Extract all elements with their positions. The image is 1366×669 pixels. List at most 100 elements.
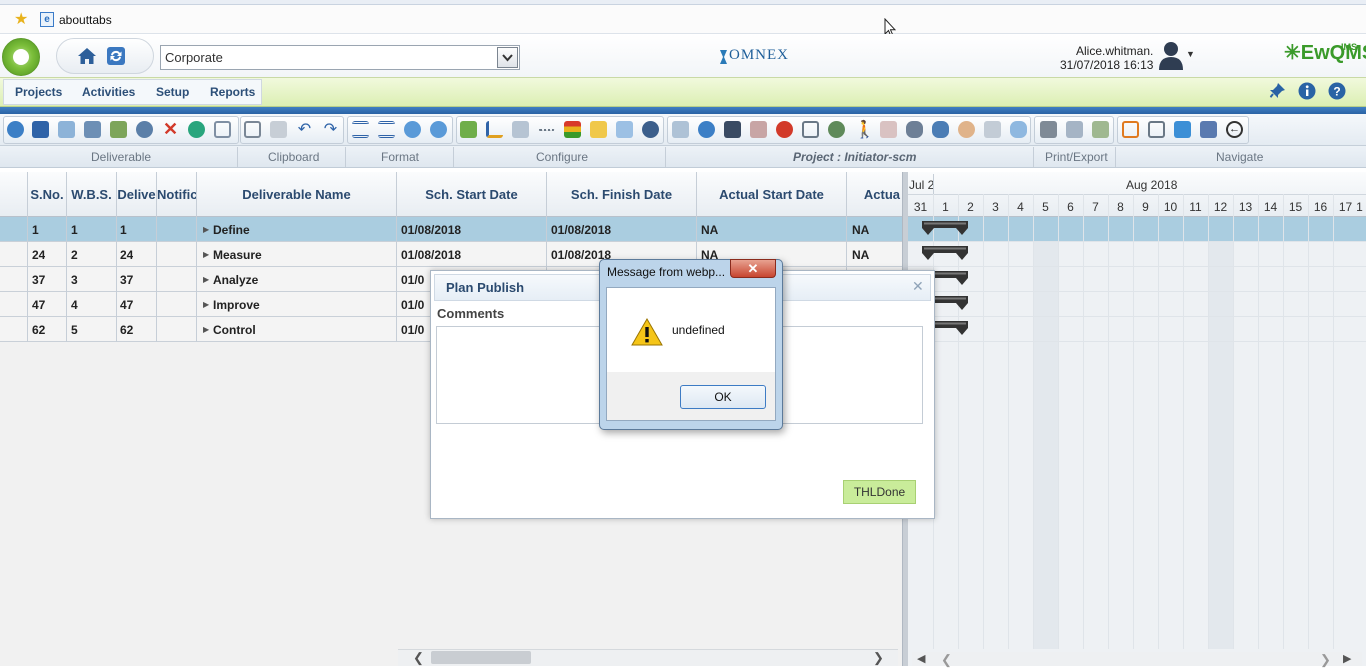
info-icon[interactable] — [7, 121, 24, 138]
walk-icon[interactable]: 🚶 — [854, 121, 875, 138]
gantt-scroll-next-icon[interactable]: ❯ — [1320, 652, 1331, 668]
link-icon[interactable] — [512, 121, 529, 138]
expand-arrow-icon[interactable]: ▶ — [203, 325, 209, 334]
gantt-gridline — [1208, 194, 1209, 649]
globe-icon[interactable] — [698, 121, 715, 138]
document-edit-icon[interactable] — [1200, 121, 1217, 138]
undo-icon[interactable]: ↶ — [296, 121, 313, 138]
expand-arrow-icon[interactable]: ▶ — [203, 225, 209, 234]
info-icon[interactable] — [1298, 82, 1316, 100]
print-icon[interactable] — [1040, 121, 1057, 138]
dependency-icon[interactable] — [538, 129, 555, 133]
toolbar-group-project — [667, 116, 1031, 144]
navigate-list-icon[interactable] — [1148, 121, 1165, 138]
gantt-gridline — [1033, 194, 1034, 649]
gantt-horizontal-scrollbar[interactable] — [912, 652, 1362, 666]
menu-reports[interactable]: Reports — [210, 85, 255, 99]
copy-icon[interactable] — [244, 121, 261, 138]
gantt-row[interactable] — [908, 217, 1366, 242]
favorite-link[interactable]: abouttabs — [59, 13, 112, 27]
comments-icon[interactable] — [1010, 121, 1027, 138]
user-menu-caret-icon[interactable]: ▼ — [1186, 49, 1195, 59]
expand-arrow-icon[interactable]: ▶ — [203, 300, 209, 309]
edit-icon[interactable] — [590, 121, 607, 138]
navigate-first-icon[interactable] — [1122, 121, 1139, 138]
grid-icon[interactable] — [802, 121, 819, 138]
paste-icon[interactable] — [270, 121, 287, 138]
organization-select-arrow[interactable] — [497, 47, 518, 68]
save-icon[interactable] — [32, 121, 49, 138]
pin-icon[interactable] — [1268, 82, 1286, 100]
col-header-wbs[interactable]: W.B.S. — [67, 187, 116, 202]
alert-icon[interactable] — [776, 121, 793, 138]
menu-activities[interactable]: Activities — [82, 85, 135, 99]
col-header-notification[interactable]: Notific — [157, 187, 196, 202]
gantt-row[interactable] — [908, 292, 1366, 317]
menu-setup[interactable]: Setup — [156, 85, 189, 99]
user-profile-icon[interactable] — [958, 121, 975, 138]
col-header-actual-end[interactable]: Actua — [847, 187, 902, 202]
expand-arrow-icon[interactable]: ▶ — [203, 250, 209, 259]
warning-icon — [631, 318, 663, 346]
ok-button[interactable]: OK — [680, 385, 766, 409]
notes-icon[interactable] — [616, 121, 633, 138]
favorites-star-icon[interactable]: ★ — [14, 11, 32, 29]
add-deliverable-icon[interactable] — [58, 121, 75, 138]
add-child-icon[interactable] — [460, 121, 477, 138]
gantt-scroll-prev-icon[interactable]: ❮ — [941, 652, 952, 668]
indent-icon[interactable] — [352, 121, 369, 138]
gantt-row[interactable] — [908, 242, 1366, 267]
scroll-right-arrow-icon[interactable]: ❯ — [873, 650, 884, 666]
scroll-left-arrow-icon[interactable]: ❮ — [413, 650, 424, 666]
gantt-row[interactable] — [908, 317, 1366, 342]
gantt-icon[interactable] — [486, 121, 503, 138]
back-icon[interactable]: ← — [1226, 121, 1243, 138]
col-header-actual-start[interactable]: Actual Start Date — [697, 187, 846, 202]
redo-icon[interactable]: ↷ — [322, 121, 339, 138]
assign-user-icon[interactable] — [828, 121, 845, 138]
col-header-deliverable-name[interactable]: Deliverable Name — [197, 187, 396, 202]
col-header-sch-finish[interactable]: Sch. Finish Date — [547, 187, 696, 202]
document-icon[interactable] — [84, 121, 101, 138]
team-icon[interactable] — [642, 121, 659, 138]
gantt-scroll-right-icon[interactable]: ▶ — [1343, 652, 1351, 665]
ribbon-label-format: Format — [381, 150, 420, 164]
checklist-icon[interactable] — [1174, 121, 1191, 138]
pdf-icon[interactable] — [750, 121, 767, 138]
help-icon[interactable]: ? — [1328, 82, 1346, 100]
resource-icon[interactable] — [880, 121, 897, 138]
close-icon[interactable]: ✕ — [912, 278, 924, 295]
gantt-summary-bar[interactable] — [922, 221, 968, 235]
alert-close-button[interactable]: ✕ — [730, 259, 776, 278]
search-icon[interactable] — [136, 121, 153, 138]
move-down-icon[interactable] — [430, 121, 447, 138]
user-avatar-icon[interactable] — [1157, 40, 1185, 70]
move-up-icon[interactable] — [404, 121, 421, 138]
col-header-sch-start[interactable]: Sch. Start Date — [397, 187, 546, 202]
col-header-sno[interactable]: S.No. — [28, 187, 66, 202]
menu-projects[interactable]: Projects — [15, 85, 62, 99]
export-icon[interactable] — [110, 121, 127, 138]
copy-project-icon[interactable] — [984, 121, 1001, 138]
users-icon[interactable] — [906, 121, 923, 138]
expand-arrow-icon[interactable]: ▶ — [203, 275, 209, 284]
refresh-icon[interactable] — [188, 121, 205, 138]
expand-icon[interactable] — [214, 121, 231, 138]
grid-scrollbar-thumb[interactable] — [431, 651, 531, 664]
save-project-icon[interactable] — [724, 121, 741, 138]
report-icon[interactable] — [1066, 121, 1083, 138]
gantt-scroll-left-icon[interactable]: ◀ — [917, 652, 925, 665]
gantt-summary-bar[interactable] — [922, 246, 968, 260]
gantt-row[interactable] — [908, 267, 1366, 292]
done-button[interactable]: THLDone — [843, 480, 916, 504]
export-excel-icon[interactable] — [1092, 121, 1109, 138]
cell-deliverable-no: 37 — [120, 273, 134, 287]
status-color-icon[interactable] — [564, 121, 581, 138]
home-icon[interactable] — [77, 46, 97, 66]
delete-icon[interactable]: ✕ — [162, 120, 179, 138]
outdent-icon[interactable] — [378, 121, 395, 138]
refresh-icon[interactable] — [106, 46, 126, 66]
project-info-icon[interactable] — [672, 121, 689, 138]
user-settings-icon[interactable] — [932, 121, 949, 138]
col-header-deliverable-no[interactable]: Delive — [117, 187, 156, 202]
